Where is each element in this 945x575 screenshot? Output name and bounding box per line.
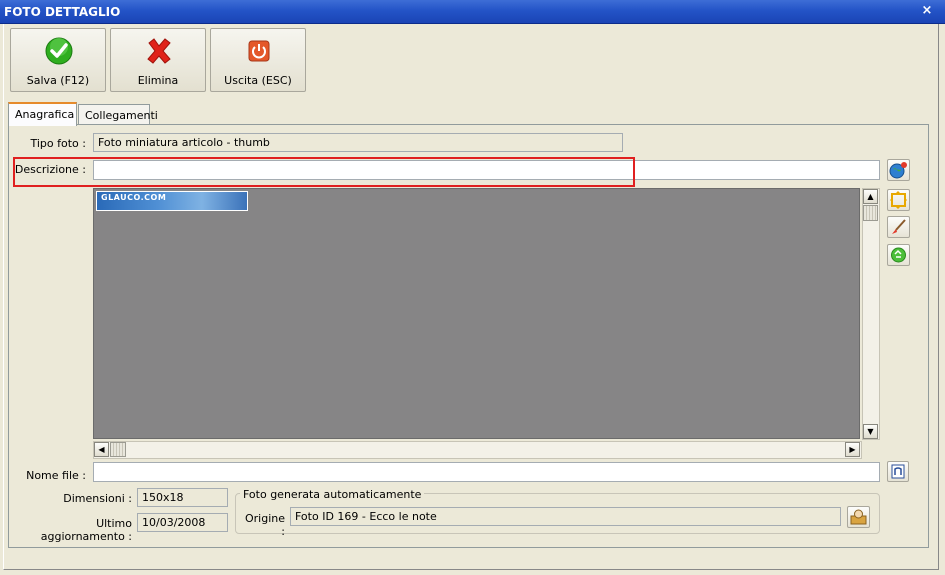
ultimo-aggiornamento-label: Ultimo aggiornamento : [40,517,132,543]
check-icon [45,37,73,65]
tipo-foto-label: Tipo foto : [30,137,87,150]
browse-icon [891,464,905,479]
auto-photo-group-title: Foto generata automaticamente [240,488,425,501]
tab-label: Anagrafica [15,108,75,121]
globe-icon [889,162,907,179]
origine-label: Origine : [244,512,285,538]
image-preview: GLAUCO.COM [93,188,860,439]
dimensioni-label: Dimensioni : [63,492,132,505]
power-icon [248,40,270,62]
scroll-down-icon[interactable]: ▼ [863,424,878,439]
tab-collegamenti[interactable]: Collegamenti [78,104,158,126]
origine-field: Foto ID 169 - Ecco le note [290,507,841,526]
save-button-label: Salva (F12) [26,74,90,87]
recycle-icon [891,247,906,263]
lookup-icon [850,509,867,525]
descrizione-label: Descrizione : [14,163,86,176]
scroll-up-icon[interactable]: ▲ [863,189,878,204]
vertical-scrollbar[interactable] [862,188,880,440]
exit-button-label: Uscita (ESC) [224,74,292,87]
brush-icon [892,219,906,234]
tab-label: Collegamenti [85,109,158,122]
dimensioni-field: 150x18 [137,488,228,507]
close-icon[interactable]: × [920,4,934,18]
scroll-left-icon[interactable]: ◀ [94,442,109,457]
translate-button[interactable] [887,159,910,181]
origin-lookup-button[interactable] [847,506,870,528]
nome-file-label: Nome file : [26,469,86,482]
exit-button[interactable]: Uscita (ESC) [210,28,306,92]
tab-anagrafica[interactable]: Anagrafica [8,102,77,126]
resize-button[interactable] [887,189,910,211]
thumbnail-image: GLAUCO.COM [96,191,248,211]
recycle-button[interactable] [887,244,910,266]
ultimo-aggiornamento-field: 10/03/2008 [137,513,228,532]
delete-button-label: Elimina [137,74,179,87]
horizontal-scrollbar[interactable] [93,441,862,459]
browse-file-button[interactable] [887,461,909,482]
edit-button[interactable] [887,216,910,238]
window-title: FOTO DETTAGLIO [4,5,121,19]
descrizione-input[interactable] [93,160,880,180]
scroll-right-icon[interactable]: ▶ [845,442,860,457]
banner-text: GLAUCO.COM [101,193,167,202]
x-icon [147,38,171,64]
save-button[interactable]: Salva (F12) [10,28,106,92]
title-bar: FOTO DETTAGLIO × [0,0,945,24]
tipo-foto-field[interactable]: Foto miniatura articolo - thumb [93,133,623,152]
resize-icon [890,191,907,209]
horizontal-scroll-thumb[interactable] [110,442,126,457]
delete-button[interactable]: Elimina [110,28,206,92]
vertical-scroll-thumb[interactable] [863,205,878,221]
nome-file-input[interactable] [93,462,880,482]
